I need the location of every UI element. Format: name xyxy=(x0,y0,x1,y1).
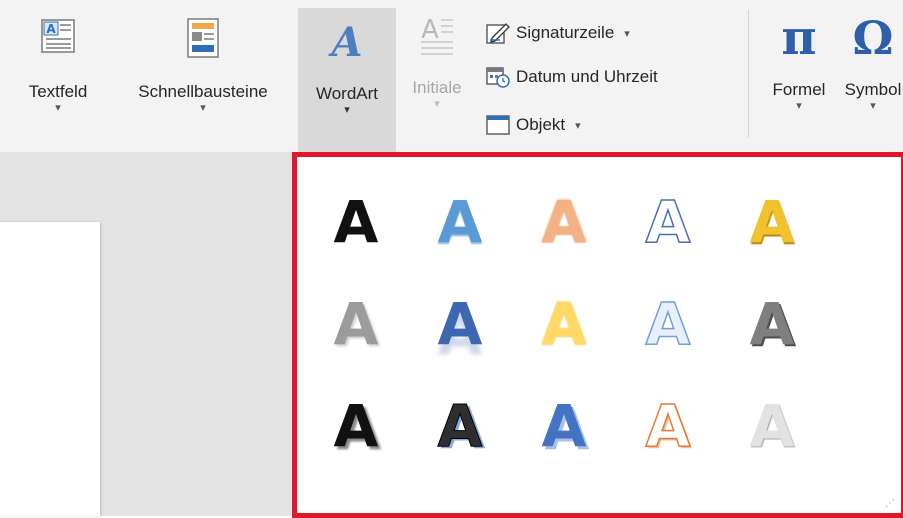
wordart-style-black-plain[interactable]: A xyxy=(311,181,401,263)
object-icon xyxy=(486,114,510,136)
svg-text:A: A xyxy=(327,20,362,62)
svg-text:π: π xyxy=(781,14,816,62)
initiale-button[interactable]: A Initiale ▾ xyxy=(400,15,474,110)
wordart-style-orange-soft[interactable]: A xyxy=(519,181,609,263)
initiale-label: Initiale xyxy=(412,78,462,97)
wordart-style-blue-reflection[interactable]: A xyxy=(415,283,505,365)
group-separator xyxy=(748,10,749,138)
schnellbausteine-label: Schnellbausteine xyxy=(138,82,268,101)
wordart-style-gray-shadow[interactable]: A xyxy=(311,283,401,365)
wordart-style-outline-white[interactable]: A xyxy=(623,181,713,263)
chevron-down-icon: ▾ xyxy=(624,27,630,40)
chevron-down-icon: ▾ xyxy=(796,100,802,112)
wordart-style-gray-bevel[interactable]: A xyxy=(727,283,817,365)
wordart-button[interactable]: A WordArt ▾ xyxy=(298,8,396,152)
objekt-label: Objekt xyxy=(516,115,566,134)
quick-parts-icon xyxy=(187,18,219,58)
signature-line-icon xyxy=(486,22,510,44)
wordart-style-orange-outline[interactable]: A xyxy=(623,385,713,467)
svg-text:A: A xyxy=(46,22,56,36)
datum-uhrzeit-label: Datum und Uhrzeit xyxy=(516,67,658,86)
objekt-button[interactable]: Objekt ▾ xyxy=(486,110,581,140)
wordart-style-black-shadow[interactable]: A xyxy=(311,385,401,467)
textfeld-label: Textfeld xyxy=(28,82,88,101)
wordart-style-blue-3d[interactable]: A xyxy=(519,385,609,467)
chevron-down-icon: ▾ xyxy=(434,98,440,110)
symbol-button[interactable]: Ω Symbol ▾ xyxy=(838,18,903,112)
chevron-down-icon: ▾ xyxy=(200,102,206,114)
wordart-style-blue-gradient[interactable]: A xyxy=(415,181,505,263)
wordart-icon: A xyxy=(327,20,362,62)
chevron-down-icon: ▾ xyxy=(344,104,350,116)
resize-grip-icon[interactable]: ⋰ xyxy=(885,498,895,509)
pi-icon: π xyxy=(781,14,816,62)
wordart-style-gold-gradient[interactable]: A xyxy=(727,181,817,263)
textfield-icon: A xyxy=(41,19,75,53)
date-time-icon xyxy=(486,66,510,88)
svg-text:A: A xyxy=(421,15,439,45)
wordart-label: WordArt xyxy=(315,84,379,103)
chevron-down-icon: ▾ xyxy=(55,102,61,114)
symbol-label: Symbol xyxy=(844,80,902,99)
datum-uhrzeit-button[interactable]: Datum und Uhrzeit xyxy=(486,62,658,92)
signaturzeile-label: Signaturzeile xyxy=(516,23,615,42)
wordart-gallery: A A A A A A A A A A A A A A A ⋰ xyxy=(292,152,903,518)
document-page[interactable] xyxy=(0,222,100,516)
signaturzeile-button[interactable]: Signaturzeile ▾ xyxy=(486,18,630,48)
textfeld-button[interactable]: A Textfeld ▾ xyxy=(10,18,106,114)
wordart-style-yellow-soft[interactable]: A xyxy=(519,283,609,365)
wordart-style-dark-outline[interactable]: A xyxy=(415,385,505,467)
formel-button[interactable]: π Formel ▾ xyxy=(760,14,838,112)
formel-label: Formel xyxy=(772,80,826,99)
schnellbausteine-button[interactable]: Schnellbausteine ▾ xyxy=(113,18,293,114)
omega-icon: Ω xyxy=(853,18,894,62)
chevron-down-icon: ▾ xyxy=(870,100,876,112)
ribbon: A Textfeld ▾ Schnellbausteine ▾ A WordAr… xyxy=(0,0,903,152)
wordart-style-silver-soft[interactable]: A xyxy=(727,385,817,467)
svg-text:Ω: Ω xyxy=(853,18,894,62)
dropcap-icon: A xyxy=(421,15,453,55)
wordart-style-outline-blue[interactable]: A xyxy=(623,283,713,365)
chevron-down-icon: ▾ xyxy=(575,119,581,132)
